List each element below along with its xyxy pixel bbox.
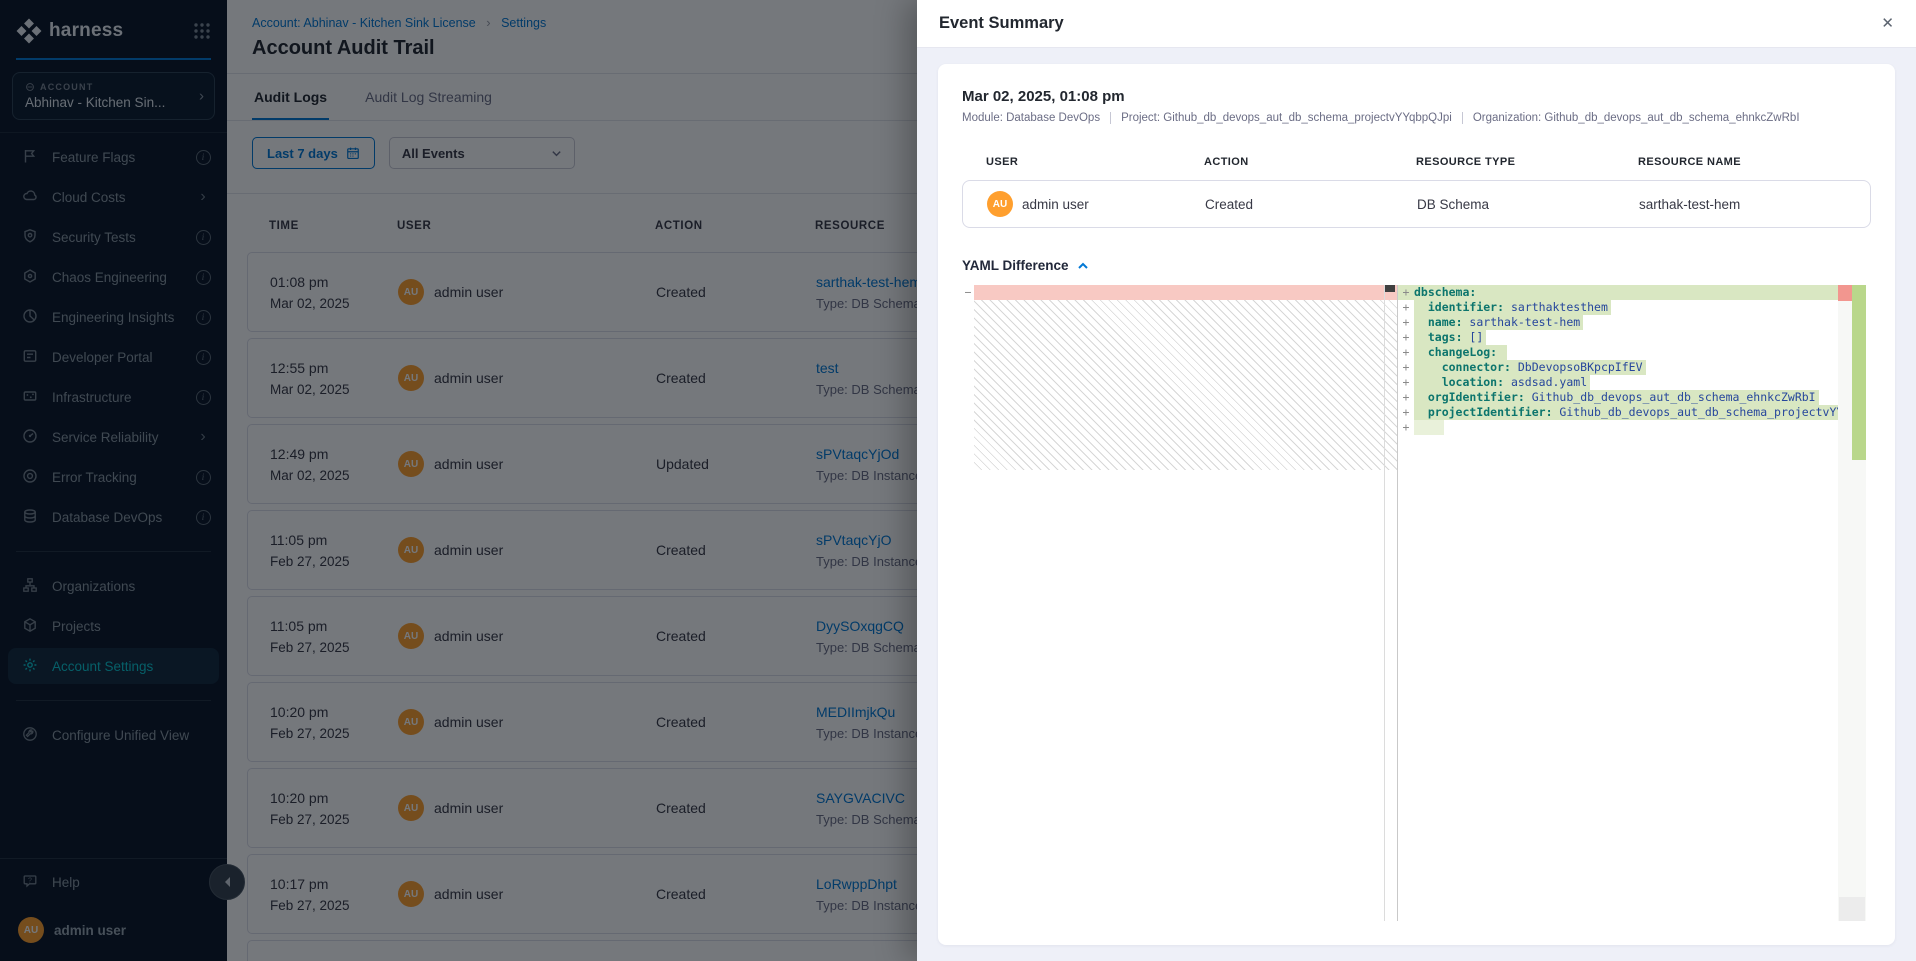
event-meta-item: Module: Database DevOps: [962, 112, 1110, 124]
diff-added-line: + tags: []: [1398, 330, 1838, 345]
diff-code-text: changeLog:: [1414, 345, 1507, 360]
event-meta-item: Organization: Github_db_devops_aut_db_sc…: [1462, 112, 1810, 124]
diff-added-line: + dbschema:: [1398, 285, 1838, 300]
diff-removed-marker: −: [962, 285, 974, 300]
diff-added-marker: +: [1398, 405, 1414, 420]
yaml-difference-toggle[interactable]: YAML Difference: [962, 258, 1871, 273]
diff-added-line: + identifier: sarthaktesthem: [1398, 300, 1838, 315]
panel-header: Event Summary ✕: [917, 0, 1916, 48]
diff-code-text: connector: DbDevopsoBKpcpIfEV: [1414, 360, 1646, 375]
diff-added-marker: +: [1398, 420, 1414, 435]
summary-resource-type-cell: DB Schema: [1417, 197, 1639, 212]
summary-header-cell: RESOURCE TYPE: [1416, 156, 1638, 168]
summary-header-row: USERACTIONRESOURCE TYPERESOURCE NAME: [962, 156, 1871, 168]
diff-added-line: + name: sarthak-test-hem: [1398, 315, 1838, 330]
diff-added-marker: +: [1398, 300, 1414, 315]
diff-added-line: + projectIdentifier: Github_db_devops_au…: [1398, 405, 1838, 420]
diff-left-scrollbar-thumb[interactable]: [1385, 285, 1395, 292]
diff-overview-ruler[interactable]: [1838, 285, 1866, 921]
summary-header-cell: RESOURCE NAME: [1638, 156, 1871, 168]
diff-left-ruler: [1384, 285, 1385, 921]
diff-code-text: location: asdsad.yaml: [1414, 375, 1590, 390]
chevron-up-icon: [1077, 260, 1089, 272]
diff-code-text: orgIdentifier: Github_db_devops_aut_db_s…: [1414, 390, 1819, 405]
diff-added-marker: +: [1398, 360, 1414, 375]
event-summary-panel: Event Summary ✕ Mar 02, 2025, 01:08 pm M…: [917, 0, 1916, 961]
diff-added-marker: +: [1398, 345, 1414, 360]
summary-resource-name-cell: sarthak-test-hem: [1639, 197, 1870, 212]
diff-code-text: tags: []: [1414, 330, 1486, 345]
diff-pane-removed: −: [962, 285, 1397, 921]
event-card: Mar 02, 2025, 01:08 pm Module: Database …: [938, 64, 1895, 945]
diff-code-text: dbschema:: [1414, 285, 1486, 300]
summary-user-label: admin user: [1022, 197, 1089, 212]
diff-added-marker: +: [1398, 390, 1414, 405]
diff-removed-line: [974, 285, 1397, 300]
diff-code-text: name: sarthak-test-hem: [1414, 315, 1583, 330]
ruler-added-mark: [1852, 285, 1866, 460]
diff-pane-added: + dbschema: + identifier: sarthaktesthem…: [1398, 285, 1838, 921]
event-meta-item: Project: Github_db_devops_aut_db_schema_…: [1110, 112, 1462, 124]
summary-header-cell: ACTION: [1204, 156, 1416, 168]
diff-code-text: projectIdentifier: Github_db_devops_aut_…: [1414, 405, 1838, 420]
event-meta: Module: Database DevOpsProject: Github_d…: [962, 112, 1871, 124]
summary-header-cell: USER: [986, 156, 1204, 168]
yaml-diff-viewer: − + dbschema:: [962, 285, 1871, 921]
diff-added-line: + orgIdentifier: Github_db_devops_aut_db…: [1398, 390, 1838, 405]
screen: harness ACCOUNT Abhinav - Kitchen Sin...…: [0, 0, 1916, 961]
panel-body: Mar 02, 2025, 01:08 pm Module: Database …: [917, 48, 1916, 961]
diff-added-line: + connector: DbDevopsoBKpcpIfEV: [1398, 360, 1838, 375]
summary-user-cell: AU admin user: [987, 191, 1205, 217]
diff-added-marker: +: [1398, 375, 1414, 390]
diff-code-text: :: [1414, 420, 1444, 435]
panel-title: Event Summary: [939, 14, 1064, 33]
summary-row: AU admin user Created DB Schema sarthak-…: [962, 180, 1871, 228]
ruler-removed-mark: [1838, 285, 1852, 301]
close-icon[interactable]: ✕: [1881, 16, 1894, 31]
diff-added-line: + :: [1398, 420, 1838, 435]
diff-added-line: + location: asdsad.yaml: [1398, 375, 1838, 390]
yaml-difference-label: YAML Difference: [962, 258, 1069, 273]
diff-code-text: identifier: sarthaktesthem: [1414, 300, 1611, 315]
event-timestamp: Mar 02, 2025, 01:08 pm: [962, 88, 1871, 105]
diff-added-marker: +: [1398, 315, 1414, 330]
ruler-scroll-corner: [1839, 897, 1865, 921]
diff-added-marker: +: [1398, 330, 1414, 345]
diff-added-line: + changeLog:: [1398, 345, 1838, 360]
user-avatar: AU: [987, 191, 1013, 217]
diff-empty-hatch: [974, 300, 1397, 470]
summary-action-cell: Created: [1205, 197, 1417, 212]
diff-added-marker: +: [1398, 285, 1414, 300]
